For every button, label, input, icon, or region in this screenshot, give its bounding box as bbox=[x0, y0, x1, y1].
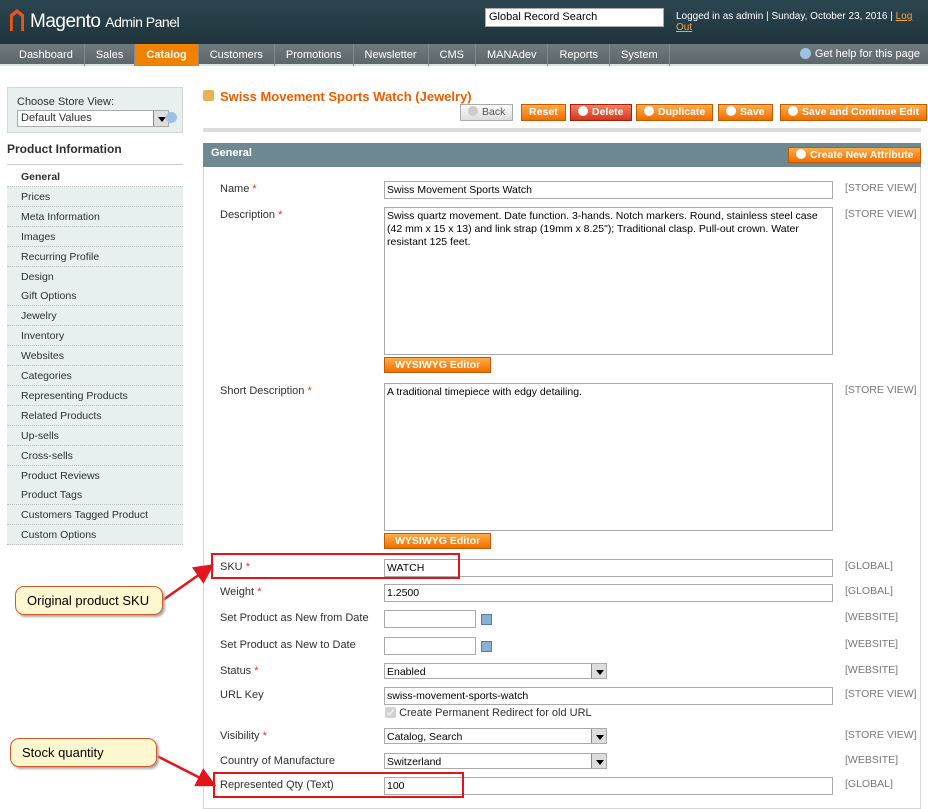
qty-arrow bbox=[156, 754, 217, 787]
annotation-arrows bbox=[156, 564, 217, 787]
sku-callout: Original product SKU bbox=[15, 586, 163, 615]
qty-callout: Stock quantity bbox=[10, 738, 157, 767]
sku-arrow bbox=[162, 564, 215, 602]
